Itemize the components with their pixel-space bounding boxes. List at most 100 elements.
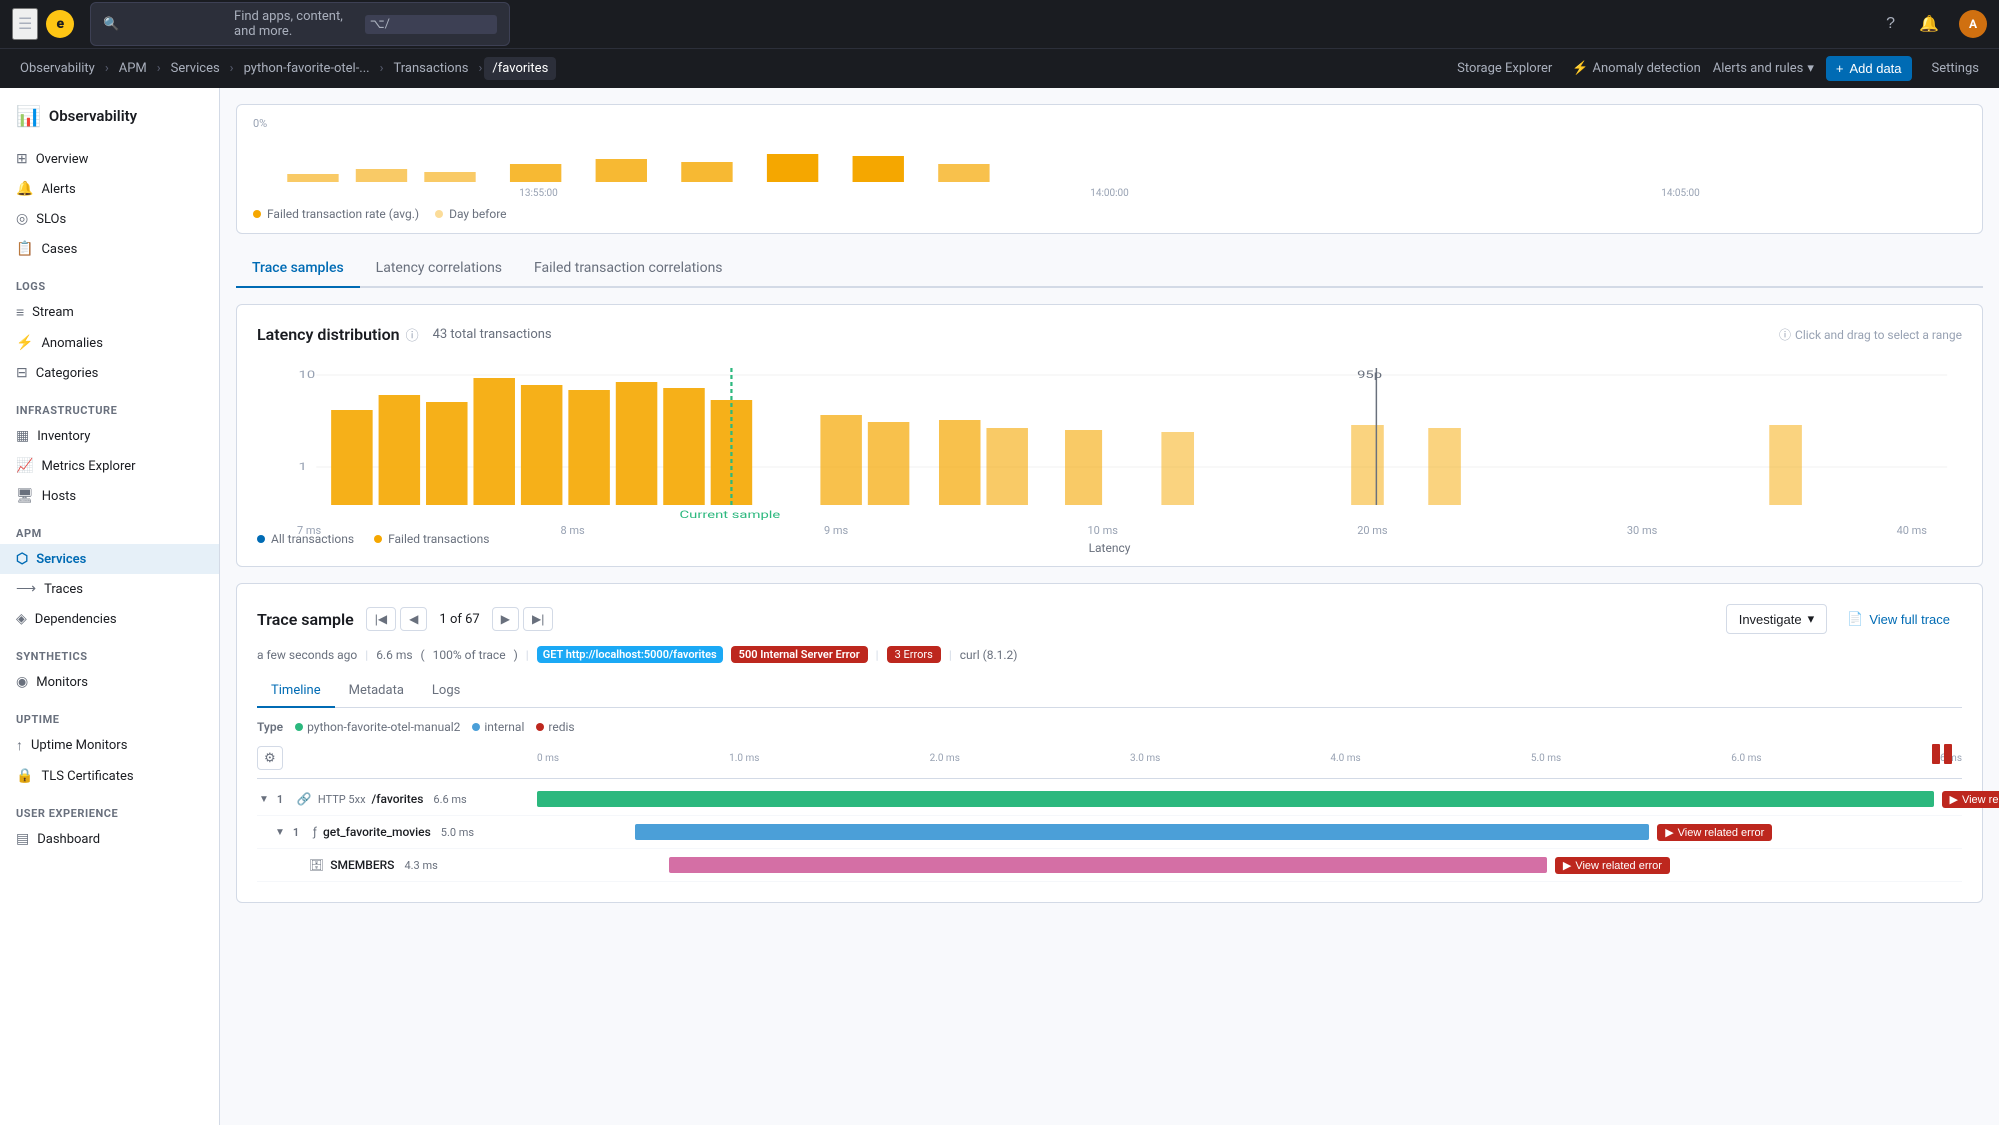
sidebar-item-inventory[interactable]: ▦ Inventory <box>0 421 219 451</box>
sidebar-item-cases[interactable]: 📋 Cases <box>0 234 219 264</box>
sidebar-item-hosts[interactable]: 🖥 Hosts <box>0 481 219 511</box>
ruler-left: ⚙ <box>257 746 537 770</box>
type-legend-redis: redis <box>536 720 574 734</box>
traces-icon: ⟶ <box>16 581 36 597</box>
sidebar-app-header: 📊 Observability <box>0 104 219 144</box>
sidebar-item-stream[interactable]: ≡ Stream <box>0 297 219 328</box>
sidebar-item-uptime-monitors[interactable]: ↑ Uptime Monitors <box>0 730 219 761</box>
trace-pct: ( <box>421 648 425 662</box>
dot-python <box>295 723 303 731</box>
svg-text:10: 10 <box>299 369 316 381</box>
histogram-container[interactable]: 10 1 <box>257 360 1962 520</box>
error-marks <box>1932 744 1952 764</box>
sidebar-section-uptime: Uptime ↑ Uptime Monitors 🔒 TLS Certifica… <box>0 705 219 791</box>
breadcrumb-observability[interactable]: Observability <box>12 57 103 80</box>
bar-area-favorites: ▶ View related error <box>537 787 1962 811</box>
sidebar-section-top: ⊞ Overview 🔔 Alerts ◎ SLOs 📋 Cases <box>0 144 219 264</box>
breadcrumb-apm[interactable]: APM <box>111 57 155 80</box>
breadcrumb-sep-3: › <box>380 61 384 76</box>
sidebar-item-label: Services <box>36 552 86 567</box>
latency-distribution-card: Latency distribution ⓘ 43 total transact… <box>236 304 1983 567</box>
view-full-trace-button[interactable]: 📄 View full trace <box>1835 605 1962 633</box>
sidebar-item-anomalies[interactable]: ⚡ Anomalies <box>0 328 219 358</box>
sidebar-item-traces[interactable]: ⟶ Traces <box>0 574 219 604</box>
expand-get-favorites-button[interactable]: ▼ <box>273 825 287 840</box>
chart-x-labels: 13:55:00 14:00:00 14:05:00 <box>253 188 1966 199</box>
breadcrumb-services[interactable]: Services <box>163 57 228 80</box>
alerts-rules-link[interactable]: Alerts and rules ▾ <box>1713 61 1814 76</box>
info-icon[interactable]: ⓘ <box>406 325 419 344</box>
latency-title-group: Latency distribution ⓘ 43 total transact… <box>257 325 552 344</box>
mini-chart-svg <box>253 134 1966 184</box>
view-related-error-get-favorites[interactable]: ▶ View related error <box>1657 824 1772 841</box>
breadcrumb-service-name[interactable]: python-favorite-otel-... <box>236 57 378 80</box>
notifications-button[interactable]: 🔔 <box>1915 10 1943 38</box>
sidebar-item-label: Alerts <box>41 182 75 197</box>
sidebar-item-slos[interactable]: ◎ SLOs <box>0 204 219 234</box>
tab-timeline[interactable]: Timeline <box>257 675 335 708</box>
sidebar-item-label: Overview <box>36 152 89 167</box>
help-button[interactable]: ? <box>1882 11 1899 37</box>
row-left-smembers: 🗄 SMEMBERS 4.3 ms <box>289 858 569 872</box>
tab-latency-correlations[interactable]: Latency correlations <box>360 250 518 288</box>
expand-favorites-button[interactable]: ▼ <box>257 792 271 807</box>
sidebar-item-alerts[interactable]: 🔔 Alerts <box>0 174 219 204</box>
add-data-button[interactable]: + Add data <box>1826 56 1912 81</box>
search-bar[interactable]: 🔍 Find apps, content, and more. ⌥/ <box>90 2 510 46</box>
breadcrumb-transactions[interactable]: Transactions <box>385 57 476 80</box>
anomaly-detection-link[interactable]: ⚡ Anomaly detection <box>1572 61 1700 76</box>
tab-failed-transaction-correlations[interactable]: Failed transaction correlations <box>518 250 739 288</box>
main-content: 0% 13:55:00 14:00:00 1 <box>220 88 1999 1125</box>
svg-text:Current sample: Current sample <box>680 509 781 520</box>
settings-link[interactable]: Settings <box>1924 57 1987 80</box>
sidebar-item-label: Dependencies <box>35 612 117 627</box>
sidebar-item-overview[interactable]: ⊞ Overview <box>0 144 219 174</box>
status-code-badge: 500 Internal Server Error <box>731 646 868 663</box>
sidebar-item-label: Anomalies <box>41 336 102 351</box>
user-avatar[interactable]: A <box>1959 10 1987 38</box>
breadcrumb-right-actions: Storage Explorer ⚡ Anomaly detection Ale… <box>1449 56 1987 81</box>
storage-explorer-link[interactable]: Storage Explorer <box>1449 57 1560 80</box>
sidebar-item-label: TLS Certificates <box>41 769 133 784</box>
legend-failed-rate: Failed transaction rate (avg.) <box>253 207 419 221</box>
sidebar-item-categories[interactable]: ⊟ Categories <box>0 358 219 388</box>
sidebar-item-tls[interactable]: 🔒 TLS Certificates <box>0 761 219 791</box>
next-page-button[interactable]: ▶ <box>492 607 519 631</box>
type-legend: Type python-favorite-otel-manual2 intern… <box>257 720 1962 734</box>
tab-trace-samples[interactable]: Trace samples <box>236 250 360 288</box>
sidebar-item-dependencies[interactable]: ◈ Dependencies <box>0 604 219 634</box>
tab-logs[interactable]: Logs <box>418 675 474 708</box>
view-related-error-smembers[interactable]: ▶ View related error <box>1555 857 1670 874</box>
dashboard-icon: ▤ <box>16 831 29 847</box>
sidebar-item-monitors[interactable]: ◉ Monitors <box>0 667 219 697</box>
sidebar-item-dashboard[interactable]: ▤ Dashboard <box>0 824 219 854</box>
sidebar-item-metrics-explorer[interactable]: 📈 Metrics Explorer <box>0 451 219 481</box>
breadcrumb-bar: Observability › APM › Services › python-… <box>0 48 1999 88</box>
error-icon-2: ▶ <box>1665 826 1673 839</box>
sidebar-section-user-experience: User Experience ▤ Dashboard <box>0 799 219 854</box>
svg-text:1: 1 <box>299 461 307 473</box>
error-mark-2 <box>1944 744 1952 764</box>
last-page-button[interactable]: ▶| <box>523 607 553 631</box>
hamburger-button[interactable]: ☰ <box>12 8 38 40</box>
latency-distribution-header: Latency distribution ⓘ 43 total transact… <box>257 325 1962 344</box>
sidebar-item-label: Hosts <box>42 489 76 504</box>
dot-internal <box>472 723 480 731</box>
breadcrumb-favorites[interactable]: /favorites <box>484 57 556 80</box>
tab-metadata[interactable]: Metadata <box>335 675 418 708</box>
prev-page-button[interactable]: ◀ <box>400 607 427 631</box>
first-page-button[interactable]: |◀ <box>366 607 396 631</box>
alerts-icon: 🔔 <box>16 181 33 197</box>
anomaly-icon: ⚡ <box>1572 61 1588 76</box>
elastic-logo[interactable]: e <box>46 10 74 38</box>
investigate-button[interactable]: Investigate ▾ <box>1726 604 1827 634</box>
view-related-error-favorites[interactable]: ▶ View related error <box>1942 791 1999 808</box>
user-experience-section-label: User Experience <box>0 799 219 824</box>
metrics-icon: 📈 <box>16 458 33 474</box>
sidebar-item-services[interactable]: ⬡ Services <box>0 544 219 574</box>
http-icon: 🔗 <box>297 792 312 806</box>
function-icon: ƒ <box>313 825 317 839</box>
timeline-settings-button[interactable]: ⚙ <box>257 746 283 770</box>
stream-icon: ≡ <box>16 304 24 321</box>
slos-icon: ◎ <box>16 211 28 227</box>
